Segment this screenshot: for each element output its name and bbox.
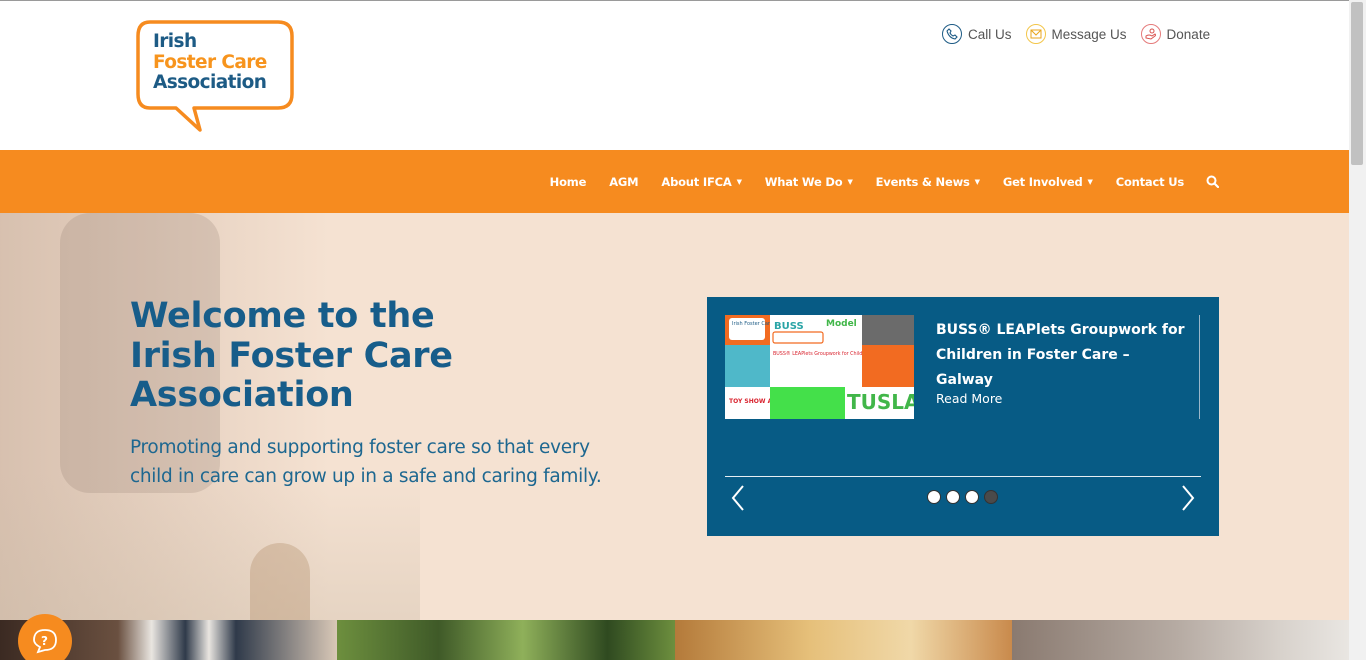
search-icon [1206, 175, 1219, 188]
main-navigation: Home AGM About IFCA ▼ What We Do ▼ Events … [0, 150, 1349, 213]
slider-dot[interactable] [927, 490, 941, 504]
hero-background-path [0, 473, 420, 620]
hero-title-line: Association [130, 375, 354, 415]
hero-title-line: Welcome to the [130, 296, 435, 336]
caret-down-icon: ▼ [736, 177, 742, 186]
nav-item-about-ifca[interactable]: About IFCA ▼ [661, 174, 742, 189]
logo-text: Irish Foster Care Association [153, 31, 267, 94]
message-us-link[interactable]: Message Us [1025, 24, 1127, 44]
slider-dots [927, 490, 998, 504]
top-links: Call Us Message Us Donate [942, 24, 1210, 44]
slide-image-buss-text: BUSS [774, 321, 804, 332]
nav-item-contact-us[interactable]: Contact Us [1116, 175, 1184, 189]
slider-next-button[interactable] [1175, 483, 1199, 513]
nav-item-label: Home [549, 174, 587, 189]
logo-line-association: Association [153, 72, 267, 93]
site-header: Irish Foster Care Association Call Us Me… [0, 1, 1349, 150]
nav-item-label: What We Do [764, 174, 843, 189]
scrollbar-thumb[interactable] [1351, 2, 1363, 165]
help-chat-button[interactable]: ? [18, 614, 72, 660]
svg-text:?: ? [41, 634, 48, 648]
feature-tiles [0, 620, 1349, 660]
nav-item-label: AGM [609, 174, 639, 189]
search-button[interactable] [1206, 175, 1219, 188]
slide-title[interactable]: BUSS® LEAPlets Groupwork for Children in… [936, 318, 1186, 393]
slider-prev-button[interactable] [727, 483, 751, 513]
news-slider: Irish Foster Care Association BUSS Model… [707, 297, 1219, 536]
nav-item-label: Contact Us [1115, 174, 1184, 189]
nav-item-label: Events & News [875, 174, 970, 189]
message-us-label: Message Us [1051, 26, 1127, 42]
feature-tile-image[interactable] [674, 620, 1012, 660]
logo-line-irish: Irish [153, 31, 197, 52]
slide-image-tusla-text: TUSLA [847, 390, 914, 414]
nav-item-label: About IFCA [661, 174, 732, 189]
envelope-icon [1025, 24, 1046, 44]
logo-line-foster-care: Foster Care [153, 51, 267, 73]
nav-item-events-news[interactable]: Events & News ▼ [876, 175, 980, 189]
hero-subtitle: Promoting and supporting foster care so … [130, 437, 602, 487]
slider-separator [725, 476, 1201, 477]
slider-dot[interactable] [965, 490, 979, 504]
caret-down-icon: ▼ [847, 177, 853, 186]
page-scrollbar[interactable] [1349, 0, 1366, 660]
feature-tile-image[interactable] [1011, 620, 1349, 660]
caret-down-icon: ▼ [1087, 177, 1093, 186]
chevron-right-icon [1182, 485, 1195, 511]
caret-down-icon: ▼ [974, 177, 980, 186]
phone-icon [942, 24, 962, 44]
nav-item-label: Get Involved [1002, 174, 1083, 189]
slider-dot-active[interactable] [984, 490, 998, 504]
hero-section: Welcome to the Irish Foster Care Associa… [0, 213, 1349, 620]
hero-title: Welcome to the Irish Foster Care Associa… [130, 296, 650, 416]
call-us-link[interactable]: Call Us [942, 24, 1012, 44]
hero-background-dog [250, 543, 310, 620]
slider-dot[interactable] [946, 490, 960, 504]
slide-image-model-text: Model [826, 319, 857, 329]
call-us-label: Call Us [968, 26, 1012, 42]
nav-item-what-we-do[interactable]: What We Do ▼ [765, 175, 853, 189]
donate-hand-icon [1140, 24, 1161, 44]
feature-tile-image[interactable] [337, 620, 675, 660]
hero-title-line: Irish Foster Care [130, 335, 453, 376]
question-bubble-icon: ? [33, 629, 57, 654]
nav-item-get-involved[interactable]: Get Involved ▼ [1003, 175, 1093, 189]
donate-link[interactable]: Donate [1140, 24, 1211, 44]
slide-image[interactable]: Irish Foster Care Association BUSS Model… [725, 315, 914, 419]
nav-item-home[interactable]: Home [550, 175, 587, 189]
read-more-link[interactable]: Read More [936, 391, 1002, 406]
chevron-left-icon [731, 485, 744, 511]
site-logo[interactable]: Irish Foster Care Association [136, 20, 296, 134]
slide-divider [1199, 315, 1200, 419]
nav-item-agm[interactable]: AGM [609, 175, 638, 189]
donate-label: Donate [1166, 26, 1211, 42]
nav-items: Home AGM About IFCA ▼ What We Do ▼ Events … [527, 150, 1219, 213]
